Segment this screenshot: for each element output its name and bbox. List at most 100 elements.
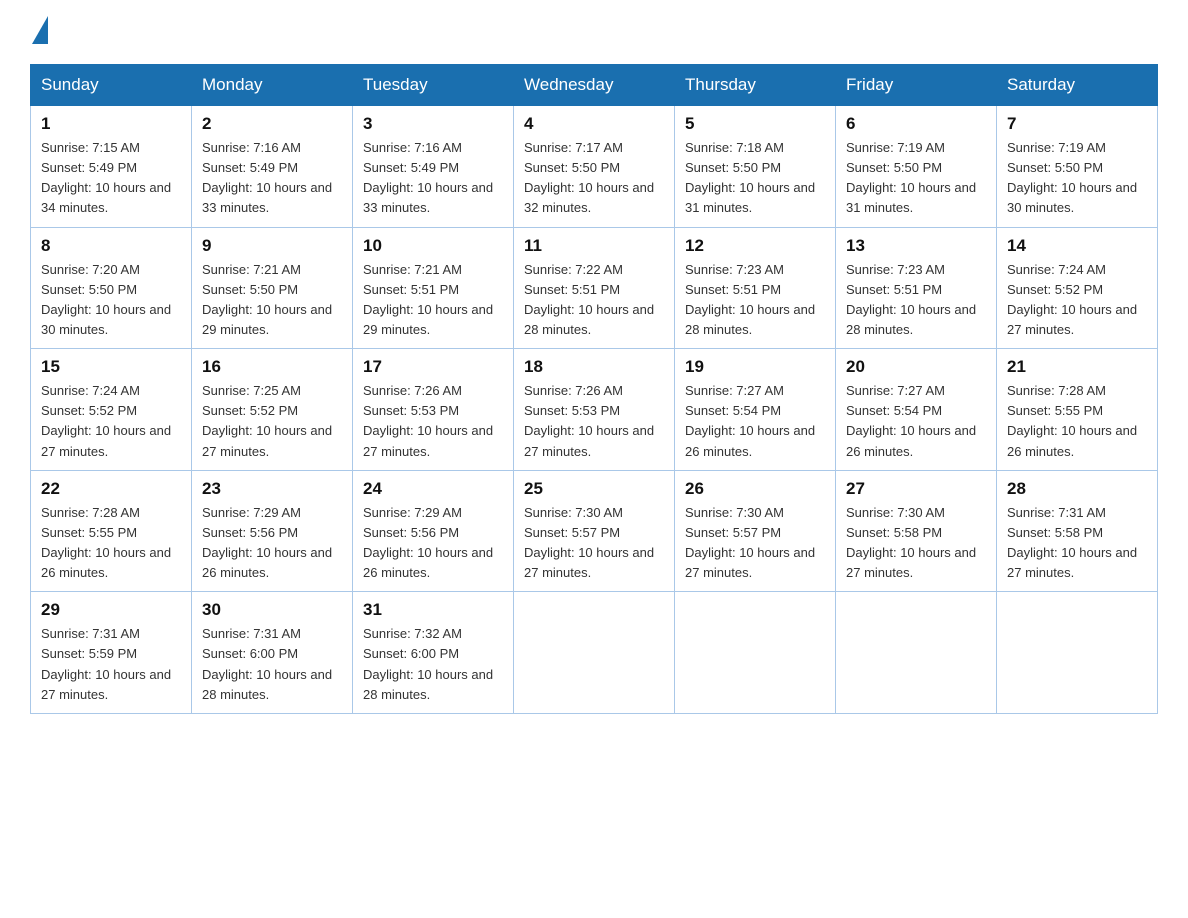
day-cell: 8 Sunrise: 7:20 AMSunset: 5:50 PMDayligh…: [31, 227, 192, 349]
page-container: SundayMondayTuesdayWednesdayThursdayFrid…: [30, 20, 1158, 714]
header-cell-saturday: Saturday: [997, 65, 1158, 106]
day-number: 5: [685, 114, 825, 134]
day-cell: 28 Sunrise: 7:31 AMSunset: 5:58 PMDaylig…: [997, 470, 1158, 592]
day-info: Sunrise: 7:16 AMSunset: 5:49 PMDaylight:…: [363, 140, 493, 215]
day-info: Sunrise: 7:19 AMSunset: 5:50 PMDaylight:…: [846, 140, 976, 215]
day-info: Sunrise: 7:15 AMSunset: 5:49 PMDaylight:…: [41, 140, 171, 215]
day-cell: 25 Sunrise: 7:30 AMSunset: 5:57 PMDaylig…: [514, 470, 675, 592]
day-info: Sunrise: 7:19 AMSunset: 5:50 PMDaylight:…: [1007, 140, 1137, 215]
day-number: 7: [1007, 114, 1147, 134]
day-number: 18: [524, 357, 664, 377]
day-number: 31: [363, 600, 503, 620]
day-cell: 13 Sunrise: 7:23 AMSunset: 5:51 PMDaylig…: [836, 227, 997, 349]
week-row-1: 1 Sunrise: 7:15 AMSunset: 5:49 PMDayligh…: [31, 106, 1158, 228]
header-cell-monday: Monday: [192, 65, 353, 106]
day-number: 26: [685, 479, 825, 499]
day-info: Sunrise: 7:29 AMSunset: 5:56 PMDaylight:…: [202, 505, 332, 580]
day-cell: 7 Sunrise: 7:19 AMSunset: 5:50 PMDayligh…: [997, 106, 1158, 228]
day-number: 9: [202, 236, 342, 256]
day-number: 24: [363, 479, 503, 499]
day-cell: 4 Sunrise: 7:17 AMSunset: 5:50 PMDayligh…: [514, 106, 675, 228]
calendar-header: SundayMondayTuesdayWednesdayThursdayFrid…: [31, 65, 1158, 106]
day-info: Sunrise: 7:30 AMSunset: 5:57 PMDaylight:…: [685, 505, 815, 580]
day-cell: [836, 592, 997, 714]
day-info: Sunrise: 7:25 AMSunset: 5:52 PMDaylight:…: [202, 383, 332, 458]
day-number: 16: [202, 357, 342, 377]
day-info: Sunrise: 7:27 AMSunset: 5:54 PMDaylight:…: [846, 383, 976, 458]
day-cell: 18 Sunrise: 7:26 AMSunset: 5:53 PMDaylig…: [514, 349, 675, 471]
day-cell: [514, 592, 675, 714]
day-cell: 16 Sunrise: 7:25 AMSunset: 5:52 PMDaylig…: [192, 349, 353, 471]
day-cell: 14 Sunrise: 7:24 AMSunset: 5:52 PMDaylig…: [997, 227, 1158, 349]
page-header: [30, 20, 1158, 44]
day-info: Sunrise: 7:28 AMSunset: 5:55 PMDaylight:…: [41, 505, 171, 580]
day-cell: 26 Sunrise: 7:30 AMSunset: 5:57 PMDaylig…: [675, 470, 836, 592]
logo-triangle-icon: [32, 16, 48, 44]
day-number: 10: [363, 236, 503, 256]
day-number: 17: [363, 357, 503, 377]
day-info: Sunrise: 7:26 AMSunset: 5:53 PMDaylight:…: [524, 383, 654, 458]
day-cell: 10 Sunrise: 7:21 AMSunset: 5:51 PMDaylig…: [353, 227, 514, 349]
week-row-5: 29 Sunrise: 7:31 AMSunset: 5:59 PMDaylig…: [31, 592, 1158, 714]
day-number: 28: [1007, 479, 1147, 499]
calendar-table: SundayMondayTuesdayWednesdayThursdayFrid…: [30, 64, 1158, 714]
day-cell: 24 Sunrise: 7:29 AMSunset: 5:56 PMDaylig…: [353, 470, 514, 592]
day-number: 1: [41, 114, 181, 134]
day-number: 21: [1007, 357, 1147, 377]
header-cell-tuesday: Tuesday: [353, 65, 514, 106]
day-info: Sunrise: 7:21 AMSunset: 5:50 PMDaylight:…: [202, 262, 332, 337]
day-number: 6: [846, 114, 986, 134]
logo: [30, 20, 48, 44]
logo-inner: [30, 20, 48, 44]
day-cell: 17 Sunrise: 7:26 AMSunset: 5:53 PMDaylig…: [353, 349, 514, 471]
day-cell: [675, 592, 836, 714]
day-info: Sunrise: 7:31 AMSunset: 5:58 PMDaylight:…: [1007, 505, 1137, 580]
day-info: Sunrise: 7:28 AMSunset: 5:55 PMDaylight:…: [1007, 383, 1137, 458]
day-info: Sunrise: 7:29 AMSunset: 5:56 PMDaylight:…: [363, 505, 493, 580]
header-cell-thursday: Thursday: [675, 65, 836, 106]
day-info: Sunrise: 7:21 AMSunset: 5:51 PMDaylight:…: [363, 262, 493, 337]
day-number: 20: [846, 357, 986, 377]
week-row-3: 15 Sunrise: 7:24 AMSunset: 5:52 PMDaylig…: [31, 349, 1158, 471]
day-cell: 30 Sunrise: 7:31 AMSunset: 6:00 PMDaylig…: [192, 592, 353, 714]
day-number: 14: [1007, 236, 1147, 256]
day-number: 12: [685, 236, 825, 256]
day-cell: 29 Sunrise: 7:31 AMSunset: 5:59 PMDaylig…: [31, 592, 192, 714]
day-cell: 31 Sunrise: 7:32 AMSunset: 6:00 PMDaylig…: [353, 592, 514, 714]
day-info: Sunrise: 7:30 AMSunset: 5:58 PMDaylight:…: [846, 505, 976, 580]
day-cell: 22 Sunrise: 7:28 AMSunset: 5:55 PMDaylig…: [31, 470, 192, 592]
day-number: 2: [202, 114, 342, 134]
day-number: 3: [363, 114, 503, 134]
day-cell: 3 Sunrise: 7:16 AMSunset: 5:49 PMDayligh…: [353, 106, 514, 228]
day-number: 29: [41, 600, 181, 620]
day-number: 22: [41, 479, 181, 499]
day-info: Sunrise: 7:20 AMSunset: 5:50 PMDaylight:…: [41, 262, 171, 337]
header-cell-friday: Friday: [836, 65, 997, 106]
day-info: Sunrise: 7:27 AMSunset: 5:54 PMDaylight:…: [685, 383, 815, 458]
day-cell: 1 Sunrise: 7:15 AMSunset: 5:49 PMDayligh…: [31, 106, 192, 228]
day-number: 15: [41, 357, 181, 377]
day-info: Sunrise: 7:23 AMSunset: 5:51 PMDaylight:…: [685, 262, 815, 337]
day-number: 30: [202, 600, 342, 620]
day-cell: 5 Sunrise: 7:18 AMSunset: 5:50 PMDayligh…: [675, 106, 836, 228]
day-info: Sunrise: 7:32 AMSunset: 6:00 PMDaylight:…: [363, 626, 493, 701]
day-cell: 6 Sunrise: 7:19 AMSunset: 5:50 PMDayligh…: [836, 106, 997, 228]
day-info: Sunrise: 7:22 AMSunset: 5:51 PMDaylight:…: [524, 262, 654, 337]
header-cell-wednesday: Wednesday: [514, 65, 675, 106]
day-info: Sunrise: 7:31 AMSunset: 5:59 PMDaylight:…: [41, 626, 171, 701]
day-cell: 27 Sunrise: 7:30 AMSunset: 5:58 PMDaylig…: [836, 470, 997, 592]
day-info: Sunrise: 7:26 AMSunset: 5:53 PMDaylight:…: [363, 383, 493, 458]
day-info: Sunrise: 7:24 AMSunset: 5:52 PMDaylight:…: [1007, 262, 1137, 337]
day-number: 27: [846, 479, 986, 499]
week-row-4: 22 Sunrise: 7:28 AMSunset: 5:55 PMDaylig…: [31, 470, 1158, 592]
day-cell: 11 Sunrise: 7:22 AMSunset: 5:51 PMDaylig…: [514, 227, 675, 349]
day-cell: 15 Sunrise: 7:24 AMSunset: 5:52 PMDaylig…: [31, 349, 192, 471]
day-info: Sunrise: 7:17 AMSunset: 5:50 PMDaylight:…: [524, 140, 654, 215]
day-number: 19: [685, 357, 825, 377]
day-info: Sunrise: 7:18 AMSunset: 5:50 PMDaylight:…: [685, 140, 815, 215]
day-info: Sunrise: 7:23 AMSunset: 5:51 PMDaylight:…: [846, 262, 976, 337]
day-number: 4: [524, 114, 664, 134]
day-number: 23: [202, 479, 342, 499]
day-number: 11: [524, 236, 664, 256]
header-cell-sunday: Sunday: [31, 65, 192, 106]
